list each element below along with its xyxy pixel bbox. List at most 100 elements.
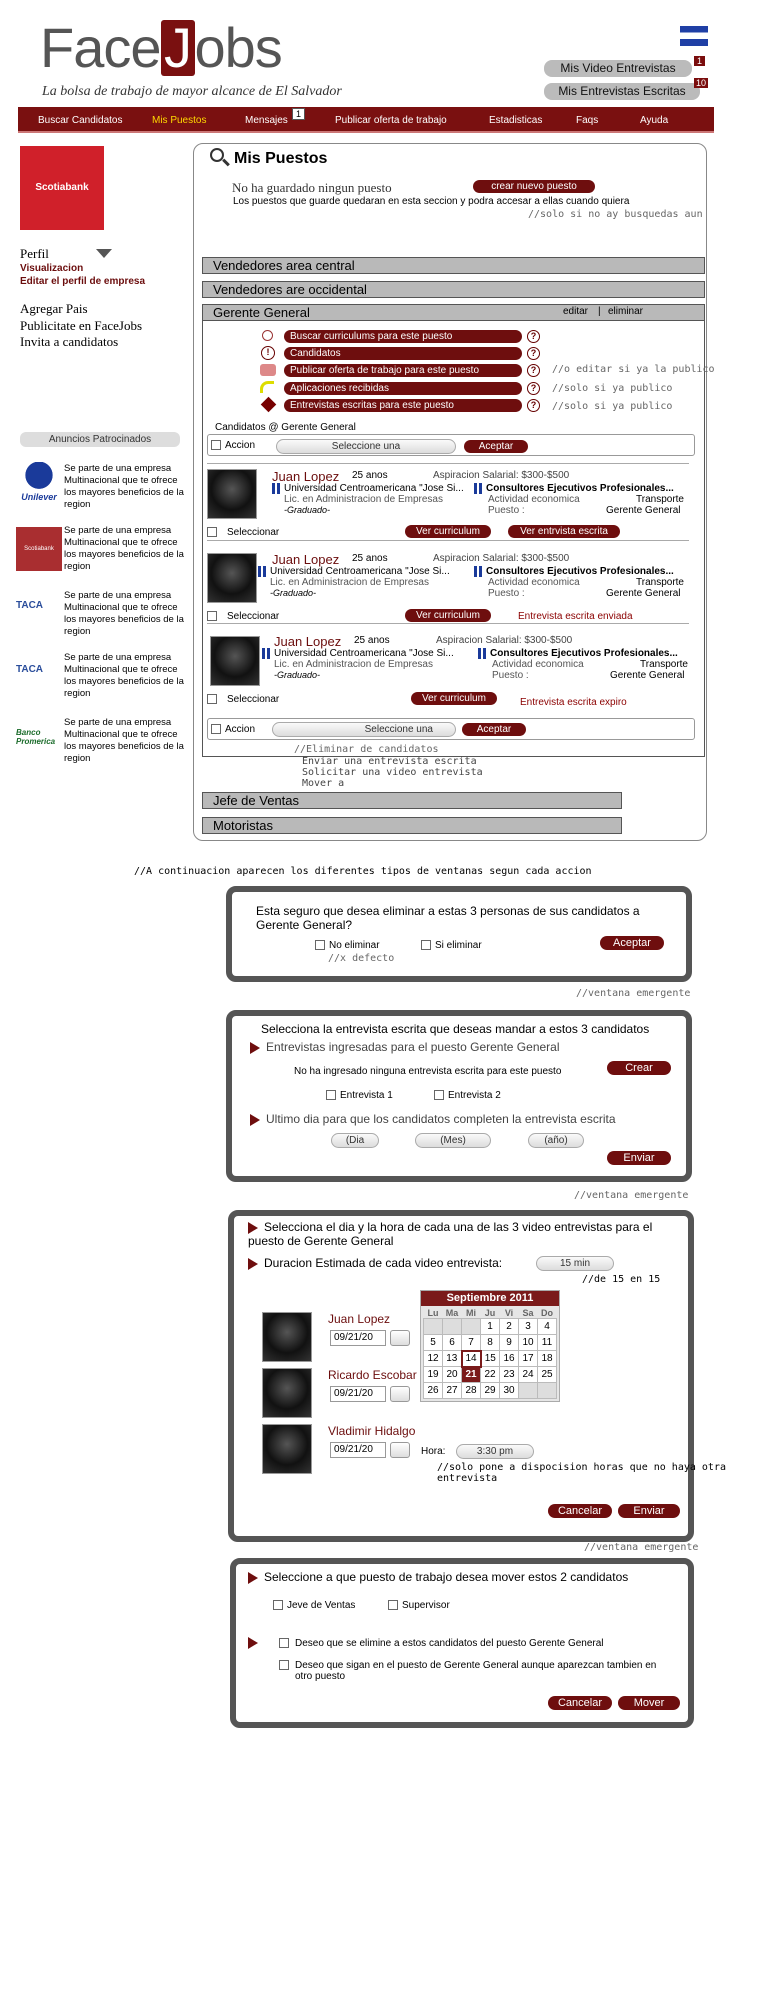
nav-publicar[interactable]: Publicar oferta de trabajo (335, 115, 447, 126)
help-icon[interactable]: ? (527, 347, 540, 360)
datepicker[interactable]: Septiembre 2011 Lu Ma Mi Ju Vi Sa Do 123456789… (420, 1290, 560, 1402)
send-schedule-button[interactable]: Enviar (618, 1504, 680, 1518)
help-icon[interactable]: ? (527, 330, 540, 343)
written-1-checkbox[interactable] (326, 1090, 336, 1101)
ad-taca-logo[interactable]: TACA (16, 600, 62, 611)
view-cv-button[interactable]: Ver curriculum (411, 692, 497, 705)
datepicker-day[interactable]: 3 (518, 1318, 538, 1335)
dropdown-option-solicitar[interactable]: Solicitar una video entrevista (302, 767, 483, 778)
no-delete-checkbox[interactable] (315, 940, 325, 951)
keep-option[interactable]: Deseo que sigan en el puesto de Gerente … (279, 1660, 659, 1682)
remove-option[interactable]: Deseo que se elimine a estos candidatos … (279, 1638, 604, 1649)
datepicker-day[interactable]: 22 (480, 1366, 500, 1383)
calendar-icon[interactable] (390, 1386, 410, 1402)
candidate-photo[interactable] (210, 636, 260, 686)
datepicker-day[interactable]: 17 (518, 1350, 538, 1367)
jefe-checkbox[interactable] (273, 1600, 283, 1611)
accept-delete-button[interactable]: Aceptar (600, 936, 664, 950)
datepicker-day[interactable]: 5 (423, 1334, 443, 1351)
month-select[interactable]: (Mes) (415, 1133, 491, 1148)
select-candidate[interactable]: Seleccionar (207, 694, 279, 705)
send-written-button[interactable]: Enviar (607, 1151, 671, 1165)
select-candidate[interactable]: Seleccionar (207, 611, 279, 622)
view-written-interview-button[interactable]: Ver entrvista escrita (508, 525, 620, 538)
schedule-name[interactable]: Ricardo Escobar (328, 1368, 417, 1382)
nav-faqs[interactable]: Faqs (576, 115, 598, 126)
calendar-icon[interactable] (390, 1330, 410, 1346)
ad-scotiabank-logo[interactable]: Scotiabank (16, 527, 62, 571)
schedule-name[interactable]: Vladimir Hidalgo (328, 1424, 415, 1438)
datepicker-day[interactable]: 1 (480, 1318, 500, 1335)
schedule-name[interactable]: Juan Lopez (328, 1312, 390, 1326)
yes-delete-checkbox[interactable] (421, 940, 431, 951)
create-position-button[interactable]: crear nuevo puesto (473, 180, 595, 193)
cancel-move-button[interactable]: Cancelar (548, 1696, 612, 1710)
datepicker-day[interactable]: 28 (461, 1382, 481, 1399)
candidate-checkbox[interactable] (207, 527, 217, 538)
supervisor-checkbox[interactable] (388, 1600, 398, 1611)
ad-taca-logo[interactable]: TACA (16, 664, 62, 675)
help-icon[interactable]: ? (527, 364, 540, 377)
help-icon[interactable]: ? (527, 382, 540, 395)
editar-perfil-link[interactable]: Editar el perfil de empresa (20, 276, 145, 287)
duration-select[interactable]: 15 min (536, 1256, 614, 1271)
accion-label[interactable]: Accion (211, 440, 255, 451)
accion-label[interactable]: Accion (211, 724, 255, 735)
datepicker-day[interactable]: 30 (499, 1382, 519, 1399)
select-all-checkbox[interactable] (211, 440, 221, 451)
delete-position-link[interactable]: eliminar (608, 306, 643, 317)
accept-action-button[interactable]: Aceptar (464, 440, 528, 453)
position-bar-motoristas[interactable]: Motoristas (202, 817, 622, 834)
datepicker-day[interactable]: 21 (461, 1366, 481, 1383)
calendar-icon[interactable] (390, 1442, 410, 1458)
perfil-label[interactable]: Perfil (20, 246, 49, 262)
view-cv-button[interactable]: Ver curriculum (405, 525, 491, 538)
select-all-checkbox[interactable] (211, 724, 221, 735)
candidate-photo[interactable] (207, 469, 257, 519)
help-icon[interactable]: ? (527, 399, 540, 412)
remove-checkbox[interactable] (279, 1638, 289, 1649)
move-option-jefe[interactable]: Jeve de Ventas (273, 1600, 355, 1611)
candidates-button[interactable]: Candidatos (284, 347, 522, 360)
candidate-checkbox[interactable] (207, 694, 217, 705)
move-button[interactable]: Mover (618, 1696, 680, 1710)
date-input[interactable]: 09/21/20 (330, 1330, 386, 1346)
yes-delete-option[interactable]: Si eliminar (421, 940, 482, 951)
datepicker-day[interactable]: 13 (442, 1350, 462, 1367)
datepicker-day[interactable]: 23 (499, 1366, 519, 1383)
datepicker-day[interactable]: 7 (461, 1334, 481, 1351)
applications-button[interactable]: Aplicaciones recibidas (284, 382, 522, 395)
invita-link[interactable]: Invita a candidatos (20, 334, 118, 350)
nav-buscar[interactable]: Buscar Candidatos (38, 115, 123, 126)
year-select[interactable]: (año) (528, 1133, 584, 1148)
nav-ayuda[interactable]: Ayuda (640, 115, 668, 126)
datepicker-day[interactable]: 10 (518, 1334, 538, 1351)
view-cv-button[interactable]: Ver curriculum (405, 609, 491, 622)
datepicker-day[interactable]: 2 (499, 1318, 519, 1335)
visualizacion-link[interactable]: Visualizacion (20, 263, 83, 274)
datepicker-day[interactable]: 6 (442, 1334, 462, 1351)
nav-mensajes[interactable]: Mensajes (245, 115, 288, 126)
datepicker-day[interactable]: 9 (499, 1334, 519, 1351)
action-select[interactable]: Seleccione una (272, 722, 456, 737)
datepicker-day[interactable]: 12 (423, 1350, 443, 1367)
date-input[interactable]: 09/21/20 (330, 1386, 386, 1402)
position-bar-vendedores-occidental[interactable]: Vendedores are occidental (202, 281, 705, 298)
publicitate-link[interactable]: Publicitate en FaceJobs (20, 318, 142, 334)
written-interviews-button[interactable]: Mis Entrevistas Escritas (544, 83, 700, 100)
candidate-checkbox[interactable] (207, 611, 217, 622)
date-input[interactable]: 09/21/20 (330, 1442, 386, 1458)
datepicker-day[interactable]: 27 (442, 1382, 462, 1399)
datepicker-day[interactable]: 4 (537, 1318, 557, 1335)
written-option-2[interactable]: Entrevista 2 (434, 1090, 501, 1101)
ad-promerica-logo[interactable]: Banco Promerica (16, 728, 62, 746)
search-cv-button[interactable]: Buscar curriculums para este puesto (284, 330, 522, 343)
datepicker-day[interactable]: 14 (460, 1349, 482, 1368)
hora-select[interactable]: 3:30 pm (456, 1444, 534, 1459)
datepicker-day[interactable]: 20 (442, 1366, 462, 1383)
datepicker-day[interactable]: 25 (537, 1366, 557, 1383)
datepicker-day[interactable]: 19 (423, 1366, 443, 1383)
datepicker-day[interactable]: 18 (537, 1350, 557, 1367)
action-select[interactable]: Seleccione una (276, 439, 456, 454)
flag-icon[interactable] (680, 26, 708, 46)
